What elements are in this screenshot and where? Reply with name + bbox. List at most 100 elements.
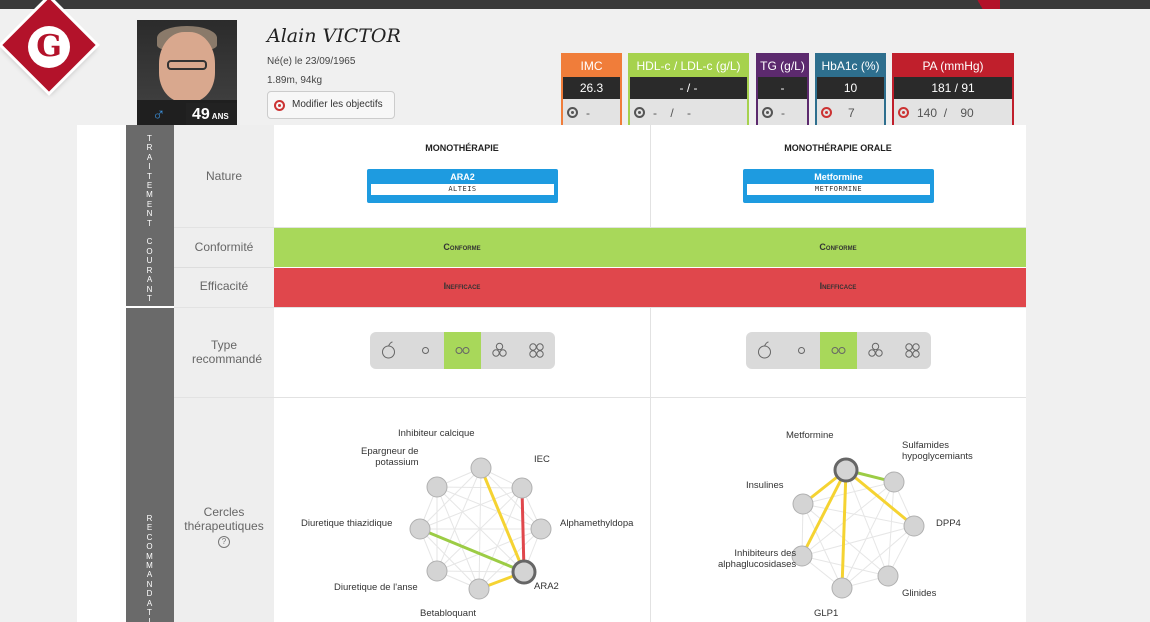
top-bar-accent <box>960 0 1150 9</box>
two-pills-icon[interactable] <box>444 332 481 369</box>
current-drug-node <box>833 457 859 483</box>
apple-icon[interactable] <box>746 332 783 369</box>
row-label-nature: Nature <box>205 169 243 183</box>
metric-label: HDL-c / LDL-c (g/L) <box>630 55 747 77</box>
target-icon <box>898 107 909 118</box>
metric-target-value: - <box>781 105 785 120</box>
age-value: 49 <box>192 106 210 123</box>
circle-graph-2 <box>791 457 925 599</box>
row-label-conformite: Conformité <box>194 240 254 254</box>
four-pills-icon[interactable] <box>518 332 555 369</box>
circle-node-label: Insulines <box>746 480 784 491</box>
drug-class-node <box>831 577 853 599</box>
metric-value: 10 <box>817 77 884 99</box>
two-pills-icon[interactable] <box>820 332 857 369</box>
circle-node-label: DPP4 <box>936 518 961 529</box>
column-title: MONOTHÉRAPIE <box>425 143 499 153</box>
column-divider <box>650 125 651 227</box>
patient-name: Alain VICTOR <box>267 25 401 47</box>
metric-target: 140 / 90 <box>894 99 1012 126</box>
drug-class-node <box>530 518 552 540</box>
drug-card[interactable]: Metformine METFORMINE <box>743 169 934 203</box>
row-label-type: Type recommandé <box>192 338 263 366</box>
metric-label: IMC <box>563 55 620 77</box>
metric-label: HbA1c (%) <box>817 55 884 77</box>
circle-node-label: Inhibiteurs des alphaglucosidases <box>718 548 797 570</box>
metric-target-value: - <box>586 105 590 120</box>
circle-background-edge <box>436 486 523 489</box>
target-icon <box>274 100 285 111</box>
circle-association-edge <box>520 487 526 573</box>
row-label-cercles-text: Cercles thérapeutiques <box>184 505 264 533</box>
circle-node-label: IEC <box>534 454 550 465</box>
drug-class-node <box>426 560 448 582</box>
metric-label: PA (mmHg) <box>894 55 1012 77</box>
circle-background-edge <box>436 570 525 573</box>
drug-brand: ALTEIS <box>371 184 554 195</box>
avatar-glasses <box>167 60 207 70</box>
four-pills-icon[interactable] <box>894 332 931 369</box>
drug-class-node <box>792 493 814 515</box>
drug-card[interactable]: ARA2 ALTEIS <box>367 169 558 203</box>
three-pills-icon[interactable] <box>481 332 518 369</box>
three-pills-icon[interactable] <box>857 332 894 369</box>
age-unit: ANS <box>211 112 229 121</box>
sidebar-separator <box>126 306 174 308</box>
circle-node-label: GLP1 <box>814 608 839 619</box>
metric-hba1c[interactable]: HbA1c (%) 10 7 <box>815 53 886 126</box>
drug-name: ARA2 <box>450 172 475 182</box>
section-label-traitement: TRAITEMENT COURANT <box>146 134 154 303</box>
circle-background-edge <box>887 481 895 577</box>
drug-class-node <box>468 578 490 600</box>
modify-objectives-button[interactable]: Modifier les objectifs <box>267 91 395 119</box>
target-icon <box>567 107 578 118</box>
drug-class-node <box>409 518 431 540</box>
single-pill-icon[interactable] <box>407 332 444 369</box>
single-pill-icon[interactable] <box>783 332 820 369</box>
metric-target-value: 7 <box>848 105 855 120</box>
circle-node-label: Alphamethyldopa <box>560 518 634 529</box>
conformite-status: Conforme <box>443 242 481 252</box>
target-icon <box>762 107 773 118</box>
row-label-efficacite: Efficacité <box>199 279 249 293</box>
efficacite-status: Inefficace <box>819 281 857 291</box>
metric-value: - / - <box>630 77 747 99</box>
drug-class-node <box>511 477 533 499</box>
metric-target: - <box>758 99 807 126</box>
efficacite-status: Inefficace <box>443 281 481 291</box>
metric-hdl-ldl[interactable]: HDL-c / LDL-c (g/L) - / - - / - <box>628 53 749 126</box>
type-selector[interactable] <box>370 332 555 369</box>
patient-dob: Né(e) le 23/09/1965 <box>267 56 356 67</box>
drug-class-node <box>877 565 899 587</box>
drug-class-node <box>470 457 492 479</box>
drug-class-node <box>883 471 905 493</box>
circle-node-label: Betabloquant <box>420 608 476 619</box>
metric-target: - <box>563 99 620 126</box>
metric-label: TG (g/L) <box>758 55 807 77</box>
row-label-cercles: Cercles thérapeutiques ? <box>174 505 274 548</box>
metric-imc[interactable]: IMC 26.3 - <box>561 53 622 126</box>
metric-pa[interactable]: PA (mmHg) 181 / 91 140 / 90 <box>892 53 1014 126</box>
metric-tg[interactable]: TG (g/L) - - <box>756 53 809 126</box>
modify-objectives-label: Modifier les objectifs <box>292 99 383 110</box>
apple-icon[interactable] <box>370 332 407 369</box>
metric-value: 26.3 <box>563 77 620 99</box>
circle-node-label: Glinides <box>902 588 937 599</box>
metric-target-value: 140 / 90 <box>917 105 974 120</box>
metric-value: 181 / 91 <box>894 77 1012 99</box>
circle-node-label: ARA2 <box>534 581 559 592</box>
type-selector[interactable] <box>746 332 931 369</box>
help-icon[interactable]: ? <box>218 536 230 548</box>
circle-association-edge <box>840 469 848 589</box>
patient-measurements: 1.89m, 94kg <box>267 75 323 86</box>
logo-letter: G <box>28 26 70 68</box>
metric-target: 7 <box>817 99 884 126</box>
metric-target: - / - <box>630 99 747 126</box>
circle-node-label: Diuretique thiazidique <box>301 518 393 529</box>
circle-association-edge <box>800 469 848 557</box>
row-divider <box>174 307 1026 308</box>
current-drug-node <box>511 559 537 585</box>
conformite-status: Conforme <box>819 242 857 252</box>
circle-node-label: Diuretique de l'anse <box>334 582 418 593</box>
circle-graph-1 <box>409 457 552 600</box>
